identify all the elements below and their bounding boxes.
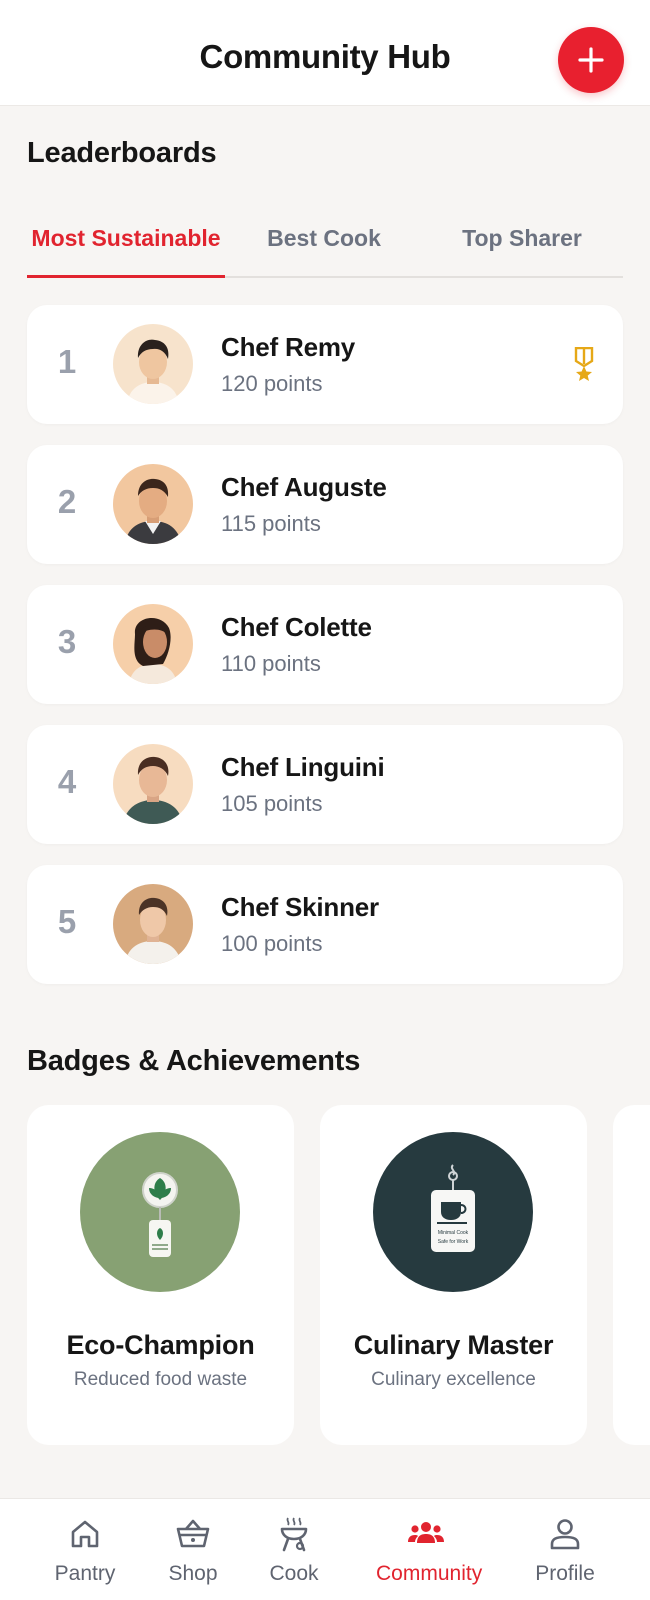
people-icon [408, 1522, 444, 1543]
badge-title: Culinary Master [353, 1330, 554, 1360]
home-icon [71, 1520, 99, 1548]
points-value: 105 points [221, 791, 323, 816]
chef-name: Chef Linguini [221, 752, 385, 782]
badge-image: Minimal Cook Safe for Work [373, 1132, 533, 1292]
nav-shop[interactable]: Shop [163, 1499, 223, 1600]
rank-number: 2 [57, 483, 77, 520]
basket-icon [176, 1519, 210, 1548]
community-hub-screen: Community Hub Leaderboards Most Sustaina… [0, 0, 650, 1600]
nav-community[interactable]: Community [376, 1499, 482, 1600]
rank-number: 1 [57, 343, 77, 380]
leaderboard-list: 1 Chef Remy 120 points 2 Chef Auguste 11… [27, 305, 623, 1005]
nav-profile[interactable]: Profile [535, 1499, 595, 1600]
avatar [113, 884, 193, 964]
tag-line-1: Minimal Cook [438, 1230, 469, 1236]
badge-image [80, 1132, 240, 1292]
badge-description: Culinary excellence [371, 1369, 536, 1390]
nav-pantry[interactable]: Pantry [55, 1499, 115, 1600]
nav-cook[interactable]: Cook [264, 1499, 324, 1600]
leaderboard-row[interactable]: 4 Chef Linguini 105 points [27, 725, 623, 844]
leaderboard-row[interactable]: 5 Chef Skinner 100 points [27, 865, 623, 984]
leaderboards-heading: Leaderboards [27, 137, 217, 169]
chef-name: Chef Remy [221, 332, 356, 362]
rank-number: 4 [57, 763, 77, 800]
badge-card-eco-champion[interactable]: Eco-Champion Reduced food waste [27, 1105, 294, 1445]
chef-name: Chef Auguste [221, 472, 387, 502]
rank-number: 3 [57, 623, 77, 660]
leaderboard-row[interactable]: 2 Chef Auguste 115 points [27, 445, 623, 564]
bottom-navigation: Pantry Shop Cook Community Profile [0, 1498, 650, 1600]
avatar [113, 324, 193, 404]
badges-carousel[interactable]: Eco-Champion Reduced food waste Minimal … [27, 1105, 650, 1445]
plus-icon [578, 47, 604, 73]
leaderboard-row[interactable]: 3 Chef Colette 110 points [27, 585, 623, 704]
nav-label: Cook [269, 1562, 319, 1585]
nav-label: Pantry [54, 1562, 116, 1585]
grill-icon [280, 1517, 308, 1552]
leaderboard-tabs: Most Sustainable Best Cook Top Sharer [27, 216, 623, 278]
add-button[interactable] [558, 27, 624, 93]
user-icon [550, 1519, 580, 1550]
leaderboard-row[interactable]: 1 Chef Remy 120 points [27, 305, 623, 424]
badges-heading: Badges & Achievements [27, 1045, 361, 1077]
avatar [113, 604, 193, 684]
chef-name: Chef Skinner [221, 892, 379, 922]
points-value: 115 points [221, 511, 321, 536]
top-app-bar: Community Hub [0, 0, 650, 106]
tag-line-2: Safe for Work [438, 1239, 469, 1245]
badge-card-partial[interactable] [613, 1105, 650, 1445]
points-value: 120 points [221, 371, 323, 396]
points-value: 110 points [221, 651, 321, 676]
avatar [113, 464, 193, 544]
tab-best-cook[interactable]: Best Cook [225, 216, 423, 276]
chef-name: Chef Colette [221, 612, 372, 642]
avatar [113, 744, 193, 824]
leaf-badge-icon [142, 1172, 178, 1257]
badge-card-culinary-master[interactable]: Minimal Cook Safe for Work Culinary Mast… [320, 1105, 587, 1445]
page-title: Community Hub [199, 38, 451, 75]
nav-label: Community [376, 1562, 483, 1585]
tab-most-sustainable[interactable]: Most Sustainable [27, 216, 225, 278]
medal-icon [574, 347, 594, 381]
points-value: 100 points [221, 931, 323, 956]
nav-label: Profile [535, 1562, 595, 1585]
coffee-badge-icon: Minimal Cook Safe for Work [431, 1164, 475, 1252]
tab-top-sharer[interactable]: Top Sharer [423, 216, 621, 276]
badge-title: Eco-Champion [66, 1330, 255, 1360]
rank-number: 5 [57, 903, 77, 940]
badge-description: Reduced food waste [73, 1369, 248, 1390]
nav-label: Shop [168, 1562, 218, 1585]
